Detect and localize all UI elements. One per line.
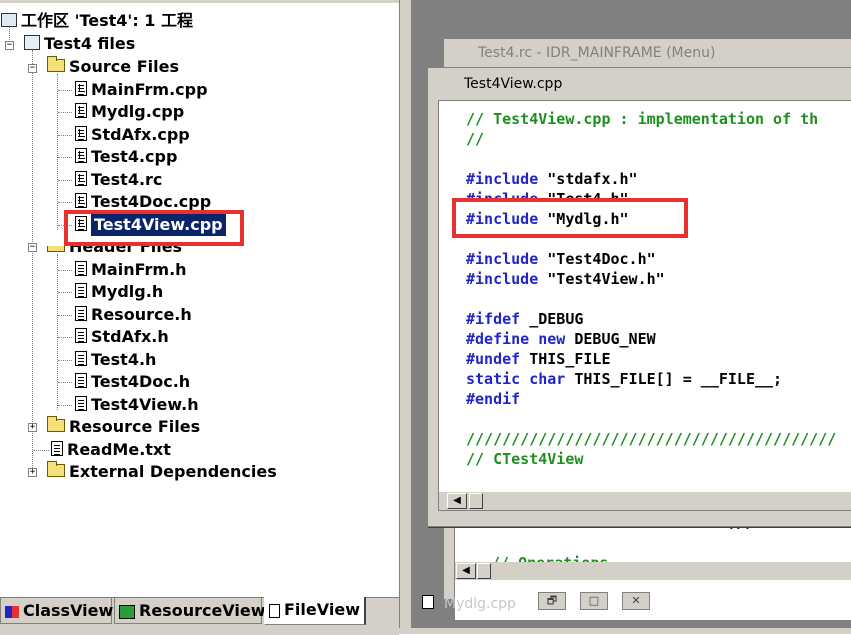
file-item[interactable]: MainFrm.h (75, 259, 187, 281)
code-line: ////////////////////////////////////////… (466, 430, 837, 448)
file-item[interactable]: MainFrm.cpp (75, 79, 208, 101)
cpp-file-icon (75, 103, 87, 118)
rc-file-icon (75, 171, 87, 186)
header-file-icon (75, 351, 87, 366)
folder-source-files[interactable]: Source Files (47, 56, 179, 78)
tree-line (58, 292, 72, 293)
collapse-toggle[interactable]: − (28, 64, 37, 73)
restore-button[interactable]: 🗗 (538, 592, 566, 610)
tree-line (58, 270, 72, 271)
file-item[interactable]: Mydlg.h (75, 281, 163, 303)
classview-icon (5, 605, 19, 618)
tree-line (32, 50, 33, 474)
tab-fileview[interactable]: FileView (264, 597, 366, 625)
tab-classview[interactable]: ClassView (0, 598, 113, 624)
panel-top-border (0, 0, 410, 3)
minimized-title: Mydlg.cpp (444, 596, 516, 612)
open-folder-icon (47, 56, 65, 72)
highlight-box (452, 198, 688, 238)
code-line: static char THIS_FILE[] = __FILE__; (466, 370, 783, 388)
tree-line (58, 112, 72, 113)
header-file-icon (75, 396, 87, 411)
cpp-file-icon (75, 126, 87, 141)
fileview-icon (269, 603, 280, 618)
folder-resource-files[interactable]: Resource Files (47, 416, 200, 438)
tree-line (33, 450, 49, 451)
file-item[interactable]: StdAfx.h (75, 326, 169, 348)
cpp-file-icon (75, 81, 87, 96)
code-line: // Test4View.cpp : implementation of th (466, 110, 819, 128)
code-line: #endif (466, 390, 521, 408)
header-file-icon (75, 328, 87, 343)
file-item[interactable]: Test4.rc (75, 169, 162, 191)
cpp-window-icon (422, 595, 434, 609)
tab-resourceview[interactable]: ResourceView (114, 598, 266, 624)
window-title: Test4View.cpp (428, 68, 851, 100)
header-file-icon (75, 261, 87, 276)
file-item[interactable]: Test4Doc.h (75, 371, 190, 393)
file-item[interactable]: Resource.h (75, 304, 192, 326)
tree-line (58, 135, 72, 136)
code-line: #include "Test4View.h" (466, 270, 665, 288)
folder-icon (47, 461, 65, 477)
tree-line (58, 180, 72, 181)
workspace-icon (1, 12, 17, 27)
window-test4view[interactable]: Test4View.cpp // Test4View.cpp : impleme… (427, 67, 851, 527)
header-file-icon (75, 283, 87, 298)
code-line: #ifdef _DEBUG (466, 310, 584, 328)
open-folder-icon (47, 246, 65, 252)
expand-toggle[interactable]: + (28, 423, 37, 432)
file-item[interactable]: StdAfx.cpp (75, 124, 190, 146)
bottom-border (0, 628, 851, 634)
code-line: #include "Test4Doc.h" (466, 250, 656, 268)
tree-line (58, 315, 72, 316)
cpp-file-icon (75, 193, 87, 208)
tree-line (58, 157, 72, 158)
collapse-toggle[interactable]: − (5, 41, 14, 50)
scroll-left-button[interactable]: ◀ (456, 563, 476, 579)
code-line: // (466, 130, 485, 148)
tree-line (58, 337, 72, 338)
code-editor[interactable]: // Test4View.cpp : implementation of th … (438, 100, 851, 494)
expand-toggle[interactable]: + (28, 468, 37, 477)
cpp-file-icon (75, 148, 87, 163)
project-node[interactable]: Test4 files (24, 33, 135, 55)
text-file-icon (51, 441, 63, 456)
minimized-window-mydlg[interactable]: Mydlg.cpp 🗗 □ ✕ (418, 586, 656, 626)
horizontal-scrollbar[interactable]: ◀ (455, 562, 851, 580)
workspace-root[interactable]: 工作区 'Test4': 1 工程 (1, 10, 193, 32)
code-line: #undef THIS_FILE (466, 350, 611, 368)
horizontal-scrollbar[interactable]: ◀ (438, 492, 851, 511)
file-item[interactable]: ReadMe.txt (51, 439, 171, 461)
resourceview-icon (119, 604, 135, 619)
scroll-left-button[interactable]: ◀ (447, 493, 467, 509)
code-line: #include "stdafx.h" (466, 170, 638, 188)
code-line: #define new DEBUG_NEW (466, 330, 656, 348)
file-item[interactable]: Test4View.h (75, 394, 199, 416)
header-file-icon (75, 306, 87, 321)
header-file-icon (75, 373, 87, 388)
tree-line (58, 382, 72, 383)
collapse-toggle[interactable]: − (28, 243, 37, 252)
tree-line (58, 90, 72, 91)
project-icon (24, 35, 40, 50)
folder-icon (47, 416, 65, 432)
workspace-panel: 工作区 'Test4': 1 工程 − Test4 files − Source… (0, 0, 399, 597)
maximize-button[interactable]: □ (580, 592, 608, 610)
folder-external-dependencies[interactable]: External Dependencies (47, 461, 277, 483)
tree-line (58, 405, 72, 406)
tree-line (57, 74, 58, 230)
file-item[interactable]: Mydlg.cpp (75, 101, 184, 123)
close-button[interactable]: ✕ (622, 592, 650, 610)
code-line: // CTest4View (466, 450, 584, 468)
scroll-thumb[interactable] (469, 493, 483, 509)
scroll-thumb[interactable] (477, 563, 491, 579)
tree-line (58, 202, 72, 203)
tree-line (57, 254, 58, 410)
tree-line (58, 360, 72, 361)
file-item[interactable]: Test4.h (75, 349, 156, 371)
highlight-box (64, 210, 244, 246)
window-title: Test4.rc - IDR_MAINFRAME (Menu) (444, 39, 851, 67)
file-item[interactable]: Test4.cpp (75, 146, 177, 168)
